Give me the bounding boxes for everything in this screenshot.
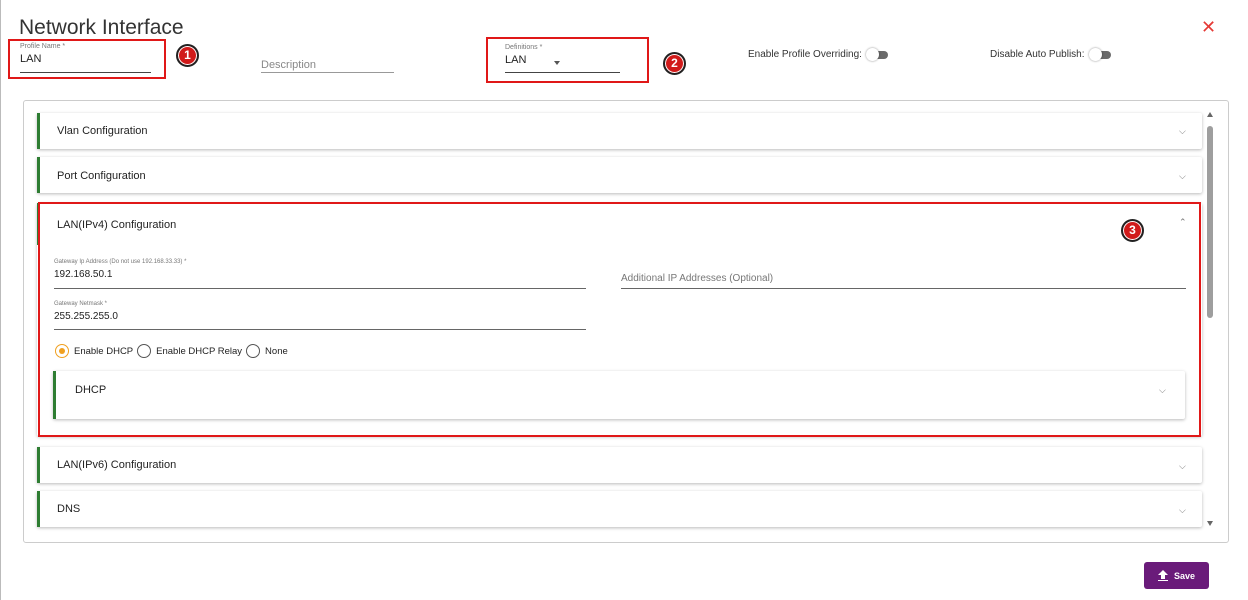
scrollbar-thumb[interactable] [1207,126,1213,318]
accordion-label: Port Configuration [57,170,146,182]
accordion-label: Vlan Configuration [57,125,148,137]
disable-auto-publish-label: Disable Auto Publish: [990,49,1085,60]
annotation-badge-3: 3 [1121,219,1144,242]
description-field[interactable]: Description [261,55,394,73]
chevron-down-icon[interactable]: ⌵ [1179,505,1186,516]
accent-bar [37,157,40,193]
network-interface-dialog: Network Interface ✕ Profile Name * LAN 1… [0,0,1248,600]
accent-bar [37,491,40,527]
annotation-badge-2: 2 [663,52,686,75]
accordion-port-configuration[interactable]: Port Configuration ⌵ [37,157,1202,193]
toggle-knob [865,47,879,61]
accordion-label: LAN(IPv6) Configuration [57,459,177,471]
highlight-box-1 [8,39,166,79]
enable-profile-overriding-group: Enable Profile Overriding: [748,47,888,61]
close-icon[interactable]: ✕ [1201,18,1216,36]
highlight-box-2 [486,37,649,83]
save-label: Save [1173,570,1196,581]
dialog-title: Network Interface [19,16,184,39]
accordion-vlan-configuration[interactable]: Vlan Configuration ⌵ [37,113,1202,149]
scroll-down-arrow-icon[interactable] [1207,521,1213,526]
accent-bar [37,113,40,149]
chevron-down-icon[interactable]: ⌵ [1179,171,1186,182]
accordion-lan-ipv6-configuration[interactable]: LAN(IPv6) Configuration ⌵ [37,447,1202,483]
chevron-down-icon[interactable]: ⌵ [1179,461,1186,472]
toggle-knob [1088,47,1102,61]
upload-icon [1157,570,1168,581]
annotation-badge-1: 1 [176,44,199,67]
disable-auto-publish-toggle[interactable] [1088,47,1111,61]
description-placeholder: Description [261,59,317,71]
highlight-box-3 [38,202,1201,437]
accordion-dns[interactable]: DNS ⌵ [37,491,1202,527]
chevron-down-icon[interactable]: ⌵ [1179,126,1186,137]
scroll-up-arrow-icon[interactable] [1207,112,1213,117]
panel-scrollbar[interactable] [1206,112,1216,526]
save-button[interactable]: Save [1144,562,1209,589]
accent-bar [37,447,40,483]
enable-profile-overriding-label: Enable Profile Overriding: [748,49,862,60]
enable-profile-overriding-toggle[interactable] [865,47,888,61]
disable-auto-publish-group: Disable Auto Publish: [990,47,1111,61]
accordion-label: DNS [57,503,81,515]
description-underline [261,72,394,73]
